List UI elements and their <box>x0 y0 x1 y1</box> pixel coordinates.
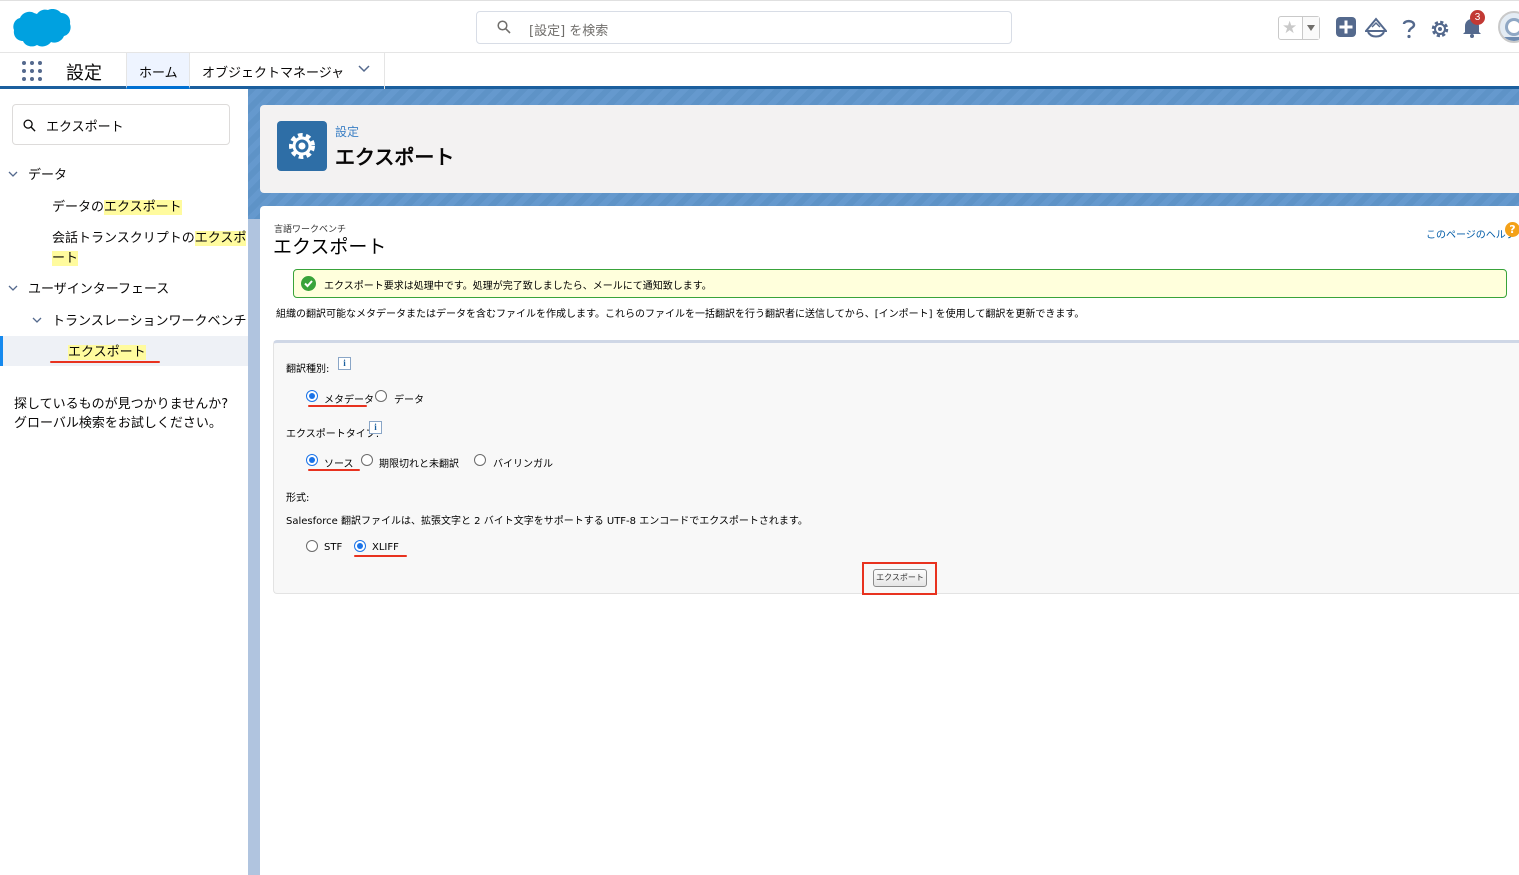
global-search-input[interactable]: [設定] を検索 <box>476 11 1012 44</box>
page-header-subtitle: 設定 <box>335 125 360 139</box>
search-highlight: エクスポ <box>194 231 247 246</box>
global-create-icon[interactable] <box>1335 16 1357 38</box>
page-help-link[interactable]: このページのヘルプ <box>1426 226 1516 241</box>
radio-data-label[interactable]: データ <box>394 391 424 406</box>
annotation-underline <box>308 405 367 407</box>
setup-gear-icon[interactable] <box>1429 18 1451 40</box>
chevron-down-icon[interactable] <box>32 315 42 325</box>
quick-find-value: エクスポート <box>46 120 124 135</box>
radio-metadata[interactable] <box>306 390 318 402</box>
tab-home[interactable]: ホーム <box>126 53 190 89</box>
success-message-text: エクスポート要求は処理中です。処理が完了致しましたら、メールにて通知致します。 <box>324 281 712 292</box>
info-icon[interactable]: i <box>369 421 382 434</box>
gear-icon <box>289 133 315 159</box>
export-button[interactable]: エクスポート <box>873 569 927 587</box>
radio-bilingual-label[interactable]: バイリンガル <box>493 455 553 470</box>
page-header: 設定 エクスポート <box>260 105 1519 193</box>
avatar-image-icon <box>1500 18 1519 41</box>
tree-item-transcript-prefix: 会話トランスクリプトの <box>52 231 195 246</box>
tree-item-export[interactable]: エクスポート <box>68 341 146 360</box>
salesforce-logo-icon[interactable] <box>12 7 72 49</box>
favorites-dropdown-icon[interactable] <box>1302 17 1319 39</box>
radio-stf[interactable] <box>306 540 318 552</box>
sidebar-help-line2: グローバル検索をお試しください。 <box>14 416 222 431</box>
setup-page-icon <box>277 121 327 171</box>
app-name: 設定 <box>66 63 102 84</box>
search-highlight: エクスポート <box>68 345 146 360</box>
notification-count-badge: 3 <box>1470 10 1485 25</box>
radio-data[interactable] <box>375 390 387 402</box>
page-title: エクスポート <box>335 145 455 169</box>
radio-metadata-label[interactable]: メタデータ <box>324 391 374 406</box>
radio-source-label[interactable]: ソース <box>324 455 354 470</box>
tab-home-label: ホーム <box>139 66 178 81</box>
annotation-underline <box>308 469 360 471</box>
user-avatar[interactable] <box>1498 11 1519 43</box>
translation-type-label: 翻訳種別: <box>286 364 330 375</box>
search-placeholder: [設定] を検索 <box>529 24 609 39</box>
tab-object-manager[interactable]: オブジェクトマネージャ <box>190 53 385 89</box>
chevron-down-icon[interactable] <box>8 169 18 179</box>
search-highlight: エクスポート <box>104 200 182 215</box>
chevron-down-icon[interactable] <box>8 283 18 293</box>
tree-item-data-export-prefix: データの <box>52 200 105 215</box>
check-circle-icon <box>301 276 316 291</box>
tree-item-transcript-export[interactable]: 会話トランスクリプトのエクスポ <box>52 227 247 246</box>
export-type-label: エクスポートタイプ: <box>286 429 380 440</box>
trailhead-icon[interactable] <box>1365 17 1387 39</box>
main-content: 言語ワークベンチ エクスポート このページのヘルプ ? エクスポート要求は処理中… <box>260 206 1519 875</box>
favorites-button[interactable]: ★ <box>1278 16 1320 40</box>
format-label: 形式: <box>286 493 310 504</box>
search-icon <box>497 20 511 34</box>
radio-xliff-label[interactable]: XLIFF <box>372 542 399 553</box>
tab-object-manager-label: オブジェクトマネージャ <box>202 66 345 81</box>
star-icon: ★ <box>1282 18 1298 38</box>
sidebar-help-line1: 探しているものが見つかりませんか? <box>14 397 229 412</box>
global-header: [設定] を検索 ★ 3 <box>0 0 1519 53</box>
radio-outdated-untranslated[interactable] <box>361 454 373 466</box>
search-icon <box>23 119 36 132</box>
search-highlight: ート <box>52 251 79 266</box>
radio-stf-label[interactable]: STF <box>324 542 342 553</box>
radio-outdated-untranslated-label[interactable]: 期限切れと未翻訳 <box>379 455 459 470</box>
tree-group-data[interactable]: データ <box>28 164 67 183</box>
setup-sidebar: エクスポート データ データのエクスポート 会話トランスクリプトのエクスポ ート… <box>0 89 248 875</box>
page-description: 組織の翻訳可能なメタデータまたはデータを含むファイルを作成します。これらのファイ… <box>276 309 1085 320</box>
export-form: 翻訳種別: i メタデータ データ エクスポートタイプ: i ソース 期限切れと… <box>273 340 1519 595</box>
radio-xliff[interactable] <box>354 540 366 552</box>
radio-bilingual[interactable] <box>474 454 486 466</box>
app-launcher-waffle-icon[interactable] <box>22 61 42 81</box>
help-icon[interactable] <box>1398 17 1420 39</box>
success-message: エクスポート要求は処理中です。処理が完了致しましたら、メールにて通知致します。 <box>293 269 1507 298</box>
annotation-underline <box>50 361 160 363</box>
chevron-down-icon[interactable] <box>358 65 370 73</box>
info-icon[interactable]: i <box>338 357 351 370</box>
radio-source[interactable] <box>306 454 318 466</box>
sidebar-help-text: 探しているものが見つかりませんか? グローバル検索をお試しください。 <box>14 395 228 433</box>
content-title: エクスポート <box>273 236 387 258</box>
context-bar: 設定 ホーム オブジェクトマネージャ <box>0 53 1519 89</box>
help-question-icon[interactable]: ? <box>1505 222 1519 237</box>
tree-item-data-export[interactable]: データのエクスポート <box>52 196 182 215</box>
quick-find-input[interactable]: エクスポート <box>12 104 230 145</box>
annotation-underline <box>354 555 407 557</box>
tree-group-user-interface[interactable]: ユーザインターフェース <box>28 278 169 297</box>
tree-item-transcript-export-cont[interactable]: ート <box>52 247 79 266</box>
tree-group-translation-workbench[interactable]: トランスレーションワークベンチ <box>52 310 246 329</box>
format-note: Salesforce 翻訳ファイルは、拡張文字と 2 バイト文字をサポートする … <box>286 516 808 527</box>
